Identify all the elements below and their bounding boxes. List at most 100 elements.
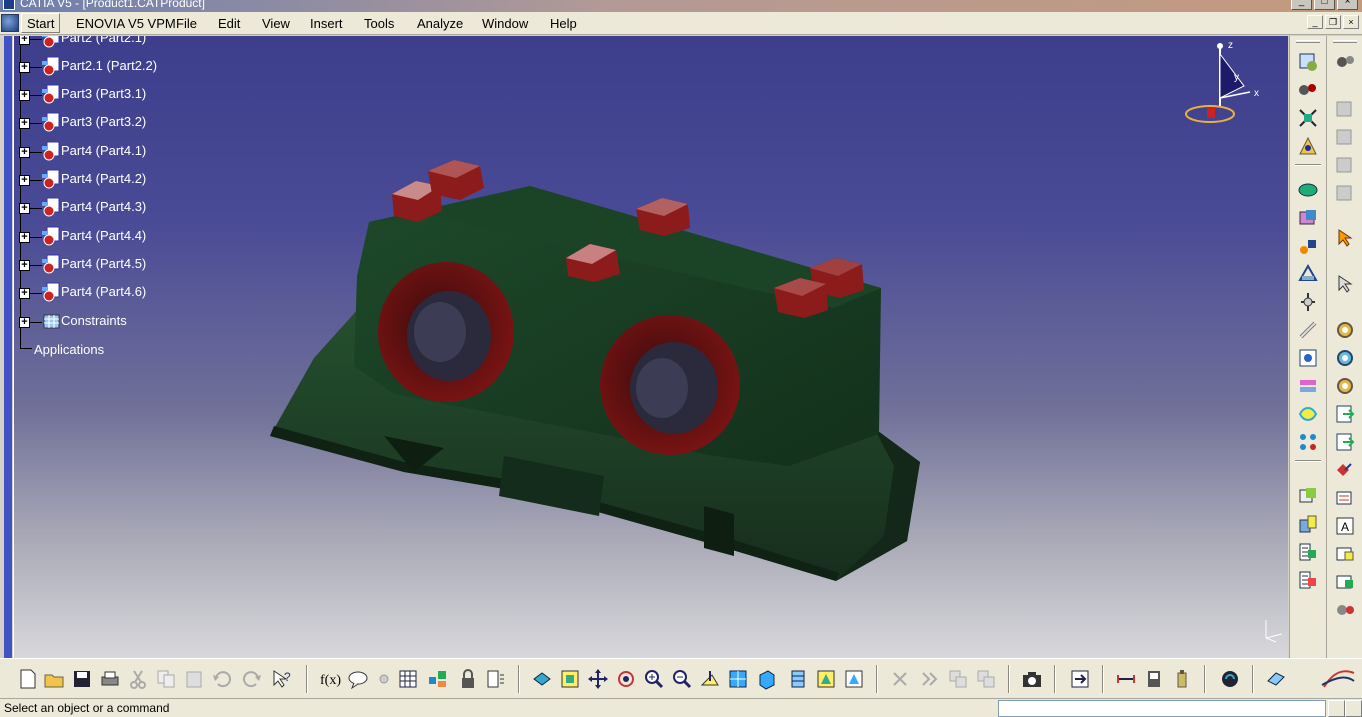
formula-icon[interactable]: f(x): [318, 667, 342, 691]
expand-icon[interactable]: +: [19, 203, 30, 214]
menu-tools[interactable]: Tools: [364, 16, 394, 31]
doc-close-button[interactable]: ×: [1343, 15, 1359, 29]
pan-icon[interactable]: [586, 667, 610, 691]
explode-view-icon[interactable]: [946, 667, 970, 691]
expand-icon[interactable]: +: [19, 62, 30, 73]
new-icon[interactable]: [16, 667, 40, 691]
paste-icon[interactable]: [182, 667, 206, 691]
measure-icon[interactable]: [1296, 318, 1320, 342]
hide-show-icon[interactable]: [814, 667, 838, 691]
expand-icon[interactable]: +: [19, 118, 30, 129]
capture-icon[interactable]: [1020, 667, 1044, 691]
menu-analyze[interactable]: Analyze: [417, 16, 463, 31]
command-input[interactable]: [998, 700, 1326, 717]
angle-icon[interactable]: [1296, 430, 1320, 454]
catalog-browser-icon[interactable]: [426, 667, 450, 691]
whats-this-icon[interactable]: ?: [270, 667, 294, 691]
inertia-icon[interactable]: [1170, 667, 1194, 691]
expand-icon[interactable]: +: [19, 90, 30, 101]
update-icon[interactable]: [1068, 667, 1092, 691]
menu-start[interactable]: Start: [21, 13, 61, 33]
doc-restore-button[interactable]: ❐: [1325, 15, 1341, 29]
graph-tree-icon[interactable]: [1296, 178, 1320, 202]
swap-visible-icon[interactable]: [842, 667, 866, 691]
gear-simulation-icon[interactable]: [1333, 374, 1357, 398]
export-icon[interactable]: [1333, 402, 1357, 426]
minimize-button[interactable]: _: [1291, 0, 1312, 10]
gear-update-icon[interactable]: [1333, 318, 1357, 342]
fit-all-icon[interactable]: [558, 667, 582, 691]
existing-component-icon[interactable]: [1296, 106, 1320, 130]
gear-kinematics-icon[interactable]: [1333, 598, 1357, 622]
menu-window[interactable]: Window: [482, 16, 528, 31]
annotation-icon[interactable]: [1333, 180, 1357, 204]
menu-help[interactable]: Help: [550, 16, 577, 31]
contact-icon[interactable]: [1296, 374, 1320, 398]
print-icon[interactable]: [98, 667, 122, 691]
product-icon[interactable]: [1296, 50, 1320, 74]
3d-viewport[interactable]: + Part2 (Part2.1) + Part2.1 (Part2.2) + …: [14, 36, 1288, 658]
tree-item-applications[interactable]: Applications: [34, 342, 104, 357]
comment-icon[interactable]: [346, 667, 370, 691]
gear-mechanism-icon[interactable]: [1333, 346, 1357, 370]
expand-icon[interactable]: +: [19, 317, 30, 328]
import-icon[interactable]: [1333, 430, 1357, 454]
expand-icon[interactable]: +: [19, 260, 30, 271]
fix-together-icon[interactable]: [1296, 512, 1320, 536]
expand-icon[interactable]: +: [19, 288, 30, 299]
doc-minimize-button[interactable]: _: [1307, 15, 1323, 29]
fly-mode-icon[interactable]: [530, 667, 554, 691]
iso-view-icon[interactable]: [754, 667, 778, 691]
gear-icon[interactable]: [1333, 50, 1357, 74]
menu-edit[interactable]: Edit: [218, 16, 240, 31]
zoom-out-icon[interactable]: [670, 667, 694, 691]
tree-structure-icon[interactable]: [1333, 570, 1357, 594]
explode-icon[interactable]: [1296, 290, 1320, 314]
undo-icon[interactable]: [210, 667, 234, 691]
multi-view-icon[interactable]: [726, 667, 750, 691]
flag-note-icon[interactable]: [1333, 542, 1357, 566]
menu-view[interactable]: View: [262, 16, 290, 31]
expand-icon[interactable]: +: [19, 36, 30, 45]
compass-icon[interactable]: z y x: [1184, 36, 1264, 136]
knowledge-icon[interactable]: [372, 667, 396, 691]
component-icon[interactable]: [1296, 78, 1320, 102]
quick-constraint-icon[interactable]: [1296, 540, 1320, 564]
vertical-scrollbar[interactable]: [4, 36, 12, 658]
generate-numbering-icon[interactable]: [1296, 206, 1320, 230]
status-nav-back-button[interactable]: [1328, 700, 1345, 717]
smart-move-icon[interactable]: [918, 667, 942, 691]
measure-between-icon[interactable]: [1114, 667, 1138, 691]
open-icon[interactable]: [42, 667, 66, 691]
snap-icon[interactable]: [1296, 262, 1320, 286]
status-nav-forward-button[interactable]: [1345, 700, 1362, 717]
table-icon[interactable]: [396, 667, 420, 691]
lock-icon[interactable]: [456, 667, 480, 691]
expand-icon[interactable]: +: [19, 232, 30, 243]
section-icon[interactable]: [1333, 124, 1357, 148]
manipulate-icon[interactable]: [1333, 272, 1357, 296]
clash-analysis-icon[interactable]: [1218, 667, 1242, 691]
coincidence-icon[interactable]: [1296, 346, 1320, 370]
close-button[interactable]: ×: [1337, 0, 1358, 10]
measure-item-icon[interactable]: [1142, 667, 1166, 691]
catia-logo-icon[interactable]: [1, 14, 19, 32]
offset-icon[interactable]: [1296, 402, 1320, 426]
bill-of-material-icon[interactable]: [1333, 486, 1357, 510]
normal-view-icon[interactable]: [698, 667, 722, 691]
rotate-icon[interactable]: [614, 667, 638, 691]
render-style-icon[interactable]: [786, 667, 810, 691]
text-annotation-icon[interactable]: A: [1333, 514, 1357, 538]
replace-icon[interactable]: [1296, 134, 1320, 158]
maximize-button[interactable]: □: [1314, 0, 1335, 10]
product-knowledge-icon[interactable]: [1264, 667, 1288, 691]
menu-file[interactable]: File: [176, 16, 197, 31]
save-icon[interactable]: [70, 667, 94, 691]
move-icon[interactable]: [1296, 234, 1320, 258]
specification-tree[interactable]: + Part2 (Part2.1) + Part2.1 (Part2.2) + …: [14, 36, 234, 366]
expand-icon[interactable]: +: [19, 147, 30, 158]
cut-icon[interactable]: [126, 667, 150, 691]
fix-icon[interactable]: [1296, 484, 1320, 508]
catalog-icon[interactable]: [1333, 96, 1357, 120]
expand-icon[interactable]: +: [19, 175, 30, 186]
